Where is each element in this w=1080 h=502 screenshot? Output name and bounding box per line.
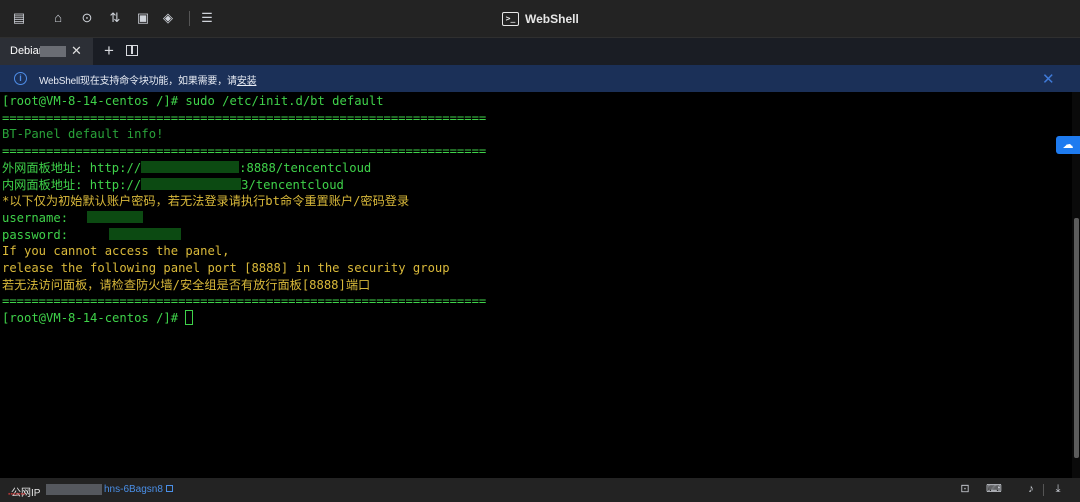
terminal-line: BT-Panel default info! bbox=[2, 126, 163, 143]
terminal-line-text: ========================================… bbox=[2, 144, 487, 159]
info-icon: i bbox=[14, 72, 27, 85]
terminal-line: 外网面板地址: http:// :8888/tencentcloud bbox=[2, 160, 371, 177]
file-check-icon[interactable]: ▣ bbox=[135, 10, 151, 26]
terminal-line-text: [root@VM-8-14-centos /]# bbox=[2, 311, 186, 326]
terminal-line: password: bbox=[2, 227, 182, 244]
terminal-line-text: *以下仅为初始默认账户密码，若无法登录请执行bt命令重置账户/密码登录 bbox=[2, 194, 410, 209]
terminal-line: *以下仅为初始默认账户密码，若无法登录请执行bt命令重置账户/密码登录 bbox=[2, 193, 409, 210]
window-title: >_ WebShell bbox=[502, 10, 579, 27]
terminal-line-text: release the following panel port [8888] … bbox=[2, 261, 450, 275]
public-ip-mask bbox=[46, 484, 102, 495]
terminal-line: ========================================… bbox=[2, 110, 486, 127]
install-link[interactable]: 安装 bbox=[237, 76, 257, 87]
close-notice-icon[interactable]: ✕ bbox=[1042, 70, 1055, 88]
tab-label: Debiar bbox=[10, 45, 43, 57]
terminal-line-text: 外网面板地址: http:// bbox=[2, 160, 142, 175]
terminal-line-text: 内网面板地址: http:// bbox=[2, 177, 142, 192]
statusbar-divider bbox=[1043, 484, 1044, 496]
terminal-line-text: BT-Panel default info! bbox=[2, 127, 164, 142]
notice-text: WebShell现在支持命令块功能，如果需要，请安装 bbox=[39, 72, 257, 87]
redacted-mask bbox=[141, 177, 242, 190]
redacted-mask bbox=[141, 160, 240, 173]
redacted-mask bbox=[87, 210, 144, 223]
download-icon[interactable]: ⤓ bbox=[1051, 482, 1065, 496]
terminal-output[interactable]: [root@VM-8-14-centos /]# sudo /etc/init.… bbox=[0, 92, 1072, 478]
terminal-line-text: password: bbox=[2, 227, 76, 242]
tab-bar: Debiar ✕ + bbox=[0, 38, 1080, 65]
scrollbar-thumb[interactable] bbox=[1074, 218, 1079, 458]
terminal-line: 内网面板地址: http:// 3/tencentcloud bbox=[2, 177, 344, 194]
tab-session[interactable]: Debiar ✕ bbox=[0, 38, 93, 65]
terminal-icon: >_ bbox=[502, 11, 519, 26]
home-icon[interactable]: ⌂ bbox=[50, 10, 66, 26]
terminal-line: [root@VM-8-14-centos /]# bbox=[2, 310, 194, 327]
notice-banner: i WebShell现在支持命令块功能，如果需要，请安装 ✕ bbox=[0, 65, 1080, 92]
add-tab-icon[interactable]: + bbox=[104, 41, 114, 61]
terminal-line-suffix: 3/tencentcloud bbox=[241, 177, 344, 192]
close-icon[interactable]: ✕ bbox=[71, 43, 82, 59]
top-toolbar: ▤ ⌂ ⊙ ⇅ ▣ ◈ ☰ >_ WebShell bbox=[0, 0, 1080, 38]
server-list-icon[interactable]: ▤ bbox=[11, 10, 27, 26]
tab-label-mask bbox=[40, 46, 66, 57]
external-link-icon[interactable] bbox=[166, 485, 173, 492]
transfer-icon[interactable]: ⇅ bbox=[107, 10, 123, 26]
toolbar-divider bbox=[189, 11, 190, 26]
settings-icon[interactable]: ⊙ bbox=[79, 10, 95, 26]
redacted-mask bbox=[109, 227, 182, 240]
box-icon[interactable]: ◈ bbox=[160, 10, 176, 26]
cloud-assistant-icon[interactable]: ☁ bbox=[1056, 136, 1080, 154]
keyboard-icon[interactable]: ⌨ bbox=[986, 482, 1002, 496]
terminal-line-text: If you cannot access the panel, bbox=[2, 244, 230, 259]
terminal-cursor bbox=[185, 310, 194, 326]
terminal-line: release the following panel port [8888] … bbox=[2, 260, 450, 277]
watermark: ▪▪▪▪▪▪▪ bbox=[8, 491, 26, 498]
terminal-line-text: 若无法访问面板，请检查防火墙/安全组是否有放行面板[8888]端口 bbox=[2, 277, 371, 292]
terminal-line-text: [root@VM-8-14-centos /]# sudo /etc/init.… bbox=[2, 94, 384, 108]
terminal-line-text: ========================================… bbox=[2, 294, 487, 309]
terminal-line: [root@VM-8-14-centos /]# sudo /etc/init.… bbox=[2, 93, 384, 110]
instance-link[interactable]: hns-6Bagsn8 bbox=[104, 484, 163, 495]
terminal-line-text: ========================================… bbox=[2, 110, 487, 125]
terminal-line: If you cannot access the panel, bbox=[2, 243, 229, 260]
screenshot-icon[interactable]: ⊡ bbox=[958, 482, 972, 496]
terminal-line-suffix: :8888/tencentcloud bbox=[239, 160, 372, 175]
status-bar: 公网IP hns-6Bagsn8 bbox=[0, 478, 1080, 502]
terminal-line: username: bbox=[2, 210, 144, 227]
terminal-line: ========================================… bbox=[2, 143, 486, 160]
bell-icon[interactable]: ♪ bbox=[1024, 482, 1038, 496]
terminal-line: ========================================… bbox=[2, 293, 486, 310]
terminal-line: 若无法访问面板，请检查防火墙/安全组是否有放行面板[8888]端口 bbox=[2, 277, 370, 294]
notice-message: WebShell现在支持命令块功能，如果需要，请 bbox=[39, 76, 237, 87]
split-view-icon[interactable] bbox=[126, 45, 138, 56]
window-title-text: WebShell bbox=[525, 11, 579, 26]
terminal-line-text: username: bbox=[2, 210, 76, 225]
history-icon[interactable]: ☰ bbox=[199, 10, 215, 26]
